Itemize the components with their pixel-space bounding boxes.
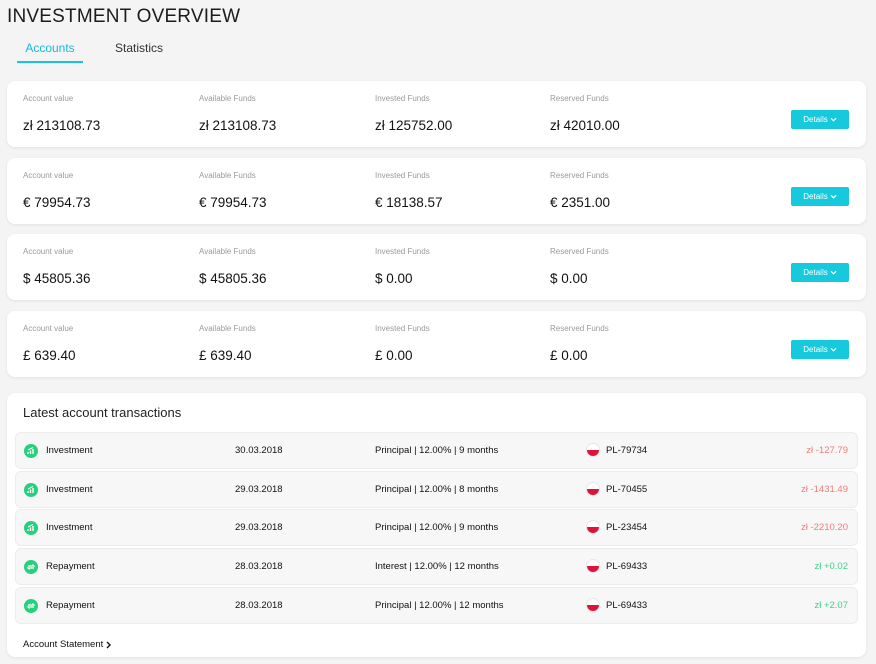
available-funds-label: Available Funds <box>199 171 256 180</box>
transaction-description: Principal | 12.00% | 12 months <box>375 600 504 611</box>
poland-flag-icon <box>586 443 600 457</box>
transaction-date: 30.03.2018 <box>235 445 283 456</box>
details-label: Details <box>803 192 828 201</box>
invested-funds-value: £ 0.00 <box>375 348 413 363</box>
transaction-amount: zł +2.07 <box>814 600 848 611</box>
transactions-panel: Latest account transactions Investment 3… <box>7 393 866 657</box>
invested-funds-value: zł 125752.00 <box>375 118 453 133</box>
account-statement-label: Account Statement <box>23 639 104 650</box>
chevron-down-icon <box>830 194 837 199</box>
account-value: £ 639.40 <box>23 348 76 363</box>
investment-icon <box>24 444 38 458</box>
tab-statistics[interactable]: Statistics <box>113 36 165 63</box>
transaction-amount: zł -127.79 <box>806 445 848 456</box>
transaction-row[interactable]: Repayment 28.03.2018 Principal | 12.00% … <box>15 587 858 624</box>
transaction-type: Investment <box>46 522 93 533</box>
details-button[interactable]: Details <box>791 110 849 129</box>
tab-accounts[interactable]: Accounts <box>17 36 83 63</box>
account-card-pln: Account value zł 213108.73 Available Fun… <box>7 81 866 147</box>
transaction-amount: zł -2210.20 <box>800 522 848 533</box>
reserved-funds-label: Reserved Funds <box>550 94 609 103</box>
invested-funds-label: Invested Funds <box>375 247 430 256</box>
details-button[interactable]: Details <box>791 340 849 359</box>
details-label: Details <box>803 115 828 124</box>
poland-flag-icon <box>586 598 600 612</box>
chevron-right-icon <box>106 641 112 648</box>
transaction-date: 29.03.2018 <box>235 484 283 495</box>
invested-funds-value: $ 0.00 <box>375 271 413 286</box>
poland-flag-icon <box>586 559 600 573</box>
transaction-description: Principal | 12.00% | 9 months <box>375 445 499 456</box>
account-value: € 79954.73 <box>23 195 91 210</box>
available-funds-value: zł 213108.73 <box>199 118 277 133</box>
invested-funds-label: Invested Funds <box>375 94 430 103</box>
reserved-funds-label: Reserved Funds <box>550 324 609 333</box>
available-funds-label: Available Funds <box>199 324 256 333</box>
transaction-row[interactable]: Investment 30.03.2018 Principal | 12.00%… <box>15 432 858 469</box>
poland-flag-icon <box>586 520 600 534</box>
account-statement-link[interactable]: Account Statement <box>23 639 112 650</box>
account-card-eur: Account value € 79954.73 Available Funds… <box>7 158 866 224</box>
account-value-label: Account value <box>23 94 74 103</box>
transaction-type: Repayment <box>46 600 95 611</box>
details-label: Details <box>803 268 828 277</box>
transaction-row[interactable]: Investment 29.03.2018 Principal | 12.00%… <box>15 471 858 508</box>
account-card-gbp: Account value £ 639.40 Available Funds £… <box>7 311 866 377</box>
reserved-funds-value: € 2351.00 <box>550 195 611 210</box>
invested-funds-label: Invested Funds <box>375 171 430 180</box>
available-funds-value: £ 639.40 <box>199 348 252 363</box>
account-value-label: Account value <box>23 247 74 256</box>
details-button[interactable]: Details <box>791 263 849 282</box>
available-funds-value: $ 45805.36 <box>199 271 267 286</box>
repayment-icon <box>24 560 38 574</box>
available-funds-label: Available Funds <box>199 94 256 103</box>
transaction-row[interactable]: Repayment 28.03.2018 Interest | 12.00% |… <box>15 548 858 585</box>
reserved-funds-value: £ 0.00 <box>550 348 588 363</box>
account-card-usd: Account value $ 45805.36 Available Funds… <box>7 234 866 300</box>
reserved-funds-value: $ 0.00 <box>550 271 588 286</box>
reserved-funds-value: zł 42010.00 <box>550 118 620 133</box>
repayment-icon <box>24 599 38 613</box>
reserved-funds-label: Reserved Funds <box>550 171 609 180</box>
transaction-type: Repayment <box>46 561 95 572</box>
invested-funds-value: € 18138.57 <box>375 195 443 210</box>
chevron-down-icon <box>830 347 837 352</box>
account-value: $ 45805.36 <box>23 271 91 286</box>
transaction-description: Principal | 12.00% | 8 months <box>375 484 499 495</box>
account-value-label: Account value <box>23 324 74 333</box>
invested-funds-label: Invested Funds <box>375 324 430 333</box>
chevron-down-icon <box>830 117 837 122</box>
transactions-title: Latest account transactions <box>23 405 182 420</box>
transaction-date: 28.03.2018 <box>235 561 283 572</box>
transaction-row[interactable]: Investment 29.03.2018 Principal | 12.00%… <box>15 509 858 546</box>
reserved-funds-label: Reserved Funds <box>550 247 609 256</box>
loan-id: PL-70455 <box>606 484 648 495</box>
transaction-description: Interest | 12.00% | 12 months <box>375 561 499 572</box>
transaction-date: 28.03.2018 <box>235 600 283 611</box>
available-funds-label: Available Funds <box>199 247 256 256</box>
transaction-description: Principal | 12.00% | 9 months <box>375 522 499 533</box>
transaction-amount: zł -1431.49 <box>800 484 848 495</box>
account-value: zł 213108.73 <box>23 118 101 133</box>
available-funds-value: € 79954.73 <box>199 195 267 210</box>
chevron-down-icon <box>830 270 837 275</box>
poland-flag-icon <box>586 482 600 496</box>
investment-icon <box>24 483 38 497</box>
investment-icon <box>24 521 38 535</box>
loan-id: PL-69433 <box>606 600 648 611</box>
account-value-label: Account value <box>23 171 74 180</box>
transaction-type: Investment <box>46 445 93 456</box>
loan-id: PL-23454 <box>606 522 648 533</box>
transaction-amount: zł +0.02 <box>814 561 848 572</box>
transaction-type: Investment <box>46 484 93 495</box>
details-label: Details <box>803 345 828 354</box>
loan-id: PL-69433 <box>606 561 648 572</box>
page-title: INVESTMENT OVERVIEW <box>7 6 241 27</box>
details-button[interactable]: Details <box>791 187 849 206</box>
transaction-date: 29.03.2018 <box>235 522 283 533</box>
loan-id: PL-79734 <box>606 445 648 456</box>
